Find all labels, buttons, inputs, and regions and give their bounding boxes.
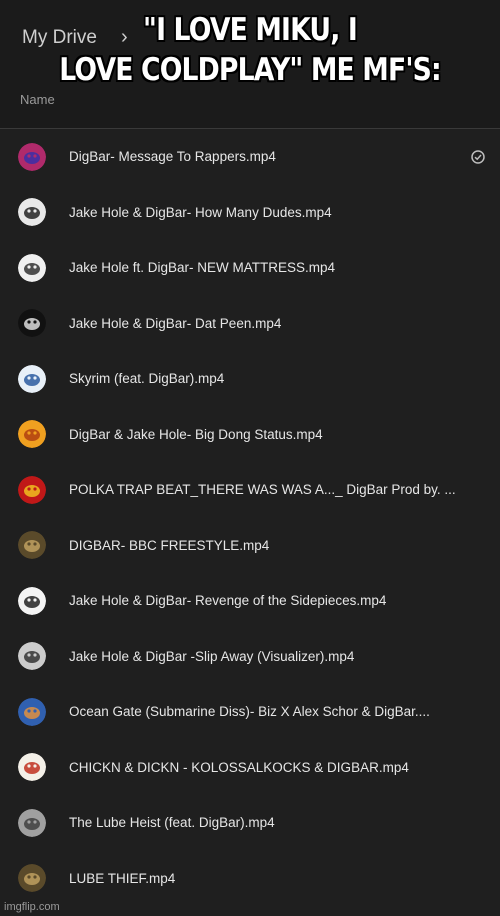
file-name: Ocean Gate (Submarine Diss)- Biz X Alex …	[69, 704, 430, 720]
file-row[interactable]: CHICKN & DICKN - KOLOSSALKOCKS & DIGBAR.…	[0, 740, 500, 796]
file-thumbnail	[18, 808, 46, 837]
file-name: Jake Hole & DigBar- Revenge of the Sidep…	[69, 593, 387, 609]
file-row[interactable]: DigBar- Message To Rappers.mp4	[0, 129, 500, 185]
file-thumbnail	[18, 142, 46, 171]
file-thumbnail	[18, 309, 46, 338]
file-name: DIGBAR- BBC FREESTYLE.mp4	[69, 537, 270, 553]
file-row[interactable]: DigBar & Jake Hole- Big Dong Status.mp4	[0, 407, 500, 463]
file-row[interactable]: Skyrim (feat. DigBar).mp4	[0, 351, 500, 407]
file-thumbnail	[18, 586, 46, 615]
file-row[interactable]: POLKA TRAP BEAT_THERE WAS WAS A..._ DigB…	[0, 462, 500, 518]
file-thumbnail	[18, 753, 46, 782]
column-header-name[interactable]: Name	[20, 92, 55, 107]
file-name: DigBar- Message To Rappers.mp4	[69, 149, 276, 165]
file-name: Skyrim (feat. DigBar).mp4	[69, 371, 225, 387]
file-name: Jake Hole ft. DigBar- NEW MATTRESS.mp4	[69, 260, 336, 276]
file-thumbnail	[18, 531, 46, 560]
file-row[interactable]: DIGBAR- BBC FREESTYLE.mp4	[0, 518, 500, 574]
file-thumbnail	[18, 198, 46, 227]
file-row[interactable]: Jake Hole ft. DigBar- NEW MATTRESS.mp4	[0, 240, 500, 296]
file-thumbnail	[18, 475, 46, 504]
file-name: The Lube Heist (feat. DigBar).mp4	[69, 815, 275, 831]
meme-caption: "I LOVE MIKU, I LOVE COLDPLAY" ME MF'S:	[35, 10, 465, 90]
file-thumbnail	[18, 364, 46, 393]
file-thumbnail	[18, 697, 46, 726]
file-thumbnail	[18, 864, 46, 893]
drive-screen: My Drive › Name "I LOVE MIKU, I LOVE COL…	[0, 0, 500, 916]
file-thumbnail	[18, 642, 46, 671]
file-name: DigBar & Jake Hole- Big Dong Status.mp4	[69, 426, 323, 442]
file-thumbnail	[18, 420, 46, 449]
meme-caption-line-2: LOVE COLDPLAY" ME MF'S:	[59, 52, 441, 88]
meme-caption-line-1: "I LOVE MIKU, I	[143, 12, 358, 48]
file-name: POLKA TRAP BEAT_THERE WAS WAS A..._ DigB…	[69, 482, 456, 498]
file-row[interactable]: Ocean Gate (Submarine Diss)- Biz X Alex …	[0, 684, 500, 740]
file-name: CHICKN & DICKN - KOLOSSALKOCKS & DIGBAR.…	[69, 759, 409, 775]
check-circle-icon	[470, 149, 486, 165]
file-row[interactable]: Jake Hole & DigBar -Slip Away (Visualize…	[0, 629, 500, 685]
file-name: LUBE THIEF.mp4	[69, 870, 176, 886]
top-bar: My Drive › Name "I LOVE MIKU, I LOVE COL…	[0, 0, 500, 128]
file-name: Jake Hole & DigBar- Dat Peen.mp4	[69, 315, 282, 331]
file-name: Jake Hole & DigBar -Slip Away (Visualize…	[69, 648, 355, 664]
file-row[interactable]: Jake Hole & DigBar- Revenge of the Sidep…	[0, 573, 500, 629]
watermark: imgflip.com	[4, 901, 60, 913]
file-row[interactable]: LUBE THIEF.mp4	[0, 851, 500, 907]
file-name: Jake Hole & DigBar- How Many Dudes.mp4	[69, 204, 332, 220]
file-row[interactable]: Jake Hole & DigBar- Dat Peen.mp4	[0, 296, 500, 352]
file-list: DigBar- Message To Rappers.mp4 Jake Hole …	[0, 129, 500, 906]
file-thumbnail	[18, 253, 46, 282]
file-row[interactable]: Jake Hole & DigBar- How Many Dudes.mp4	[0, 185, 500, 241]
file-row[interactable]: The Lube Heist (feat. DigBar).mp4	[0, 795, 500, 851]
